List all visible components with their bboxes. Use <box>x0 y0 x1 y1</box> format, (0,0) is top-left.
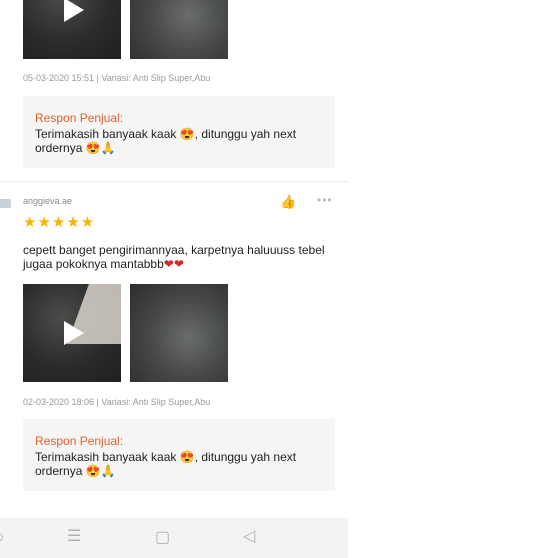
navigation-bar: ⊙ ☰ ▢ ◁ <box>0 518 348 558</box>
review-list: 05-03-2020 15:51 | Variasi: Anti Slip Su… <box>0 0 348 558</box>
review-meta: 02-03-2020 18:06 | Variasi: Anti Slip Su… <box>23 397 211 407</box>
home-square-icon[interactable]: ▢ <box>155 527 170 547</box>
play-icon <box>64 321 84 345</box>
thumbs-up-icon[interactable]: 👍 <box>280 194 296 210</box>
seller-response-title: Respon Penjual: <box>35 111 124 125</box>
avatar[interactable] <box>0 199 11 208</box>
review-comment: cepett banget pengirimannyaa, karpetnya … <box>23 243 338 271</box>
heart-emoji: ❤❤ <box>163 257 184 271</box>
review-meta: 05-03-2020 15:51 | Variasi: Anti Slip Su… <box>23 73 211 83</box>
assist-circle-icon[interactable]: ⊙ <box>0 530 4 544</box>
seller-response: Respon Penjual: Terimakasih banyaak kaak… <box>23 419 335 491</box>
more-options-icon[interactable]: ••• <box>317 193 333 207</box>
review-photo-thumbnail[interactable] <box>130 0 228 59</box>
seller-response-text: Terimakasih banyaak kaak 😍, ditunggu yah… <box>35 127 297 155</box>
seller-response: Respon Penjual: Terimakasih banyaak kaak… <box>23 96 335 168</box>
menu-lines-icon[interactable]: ☰ <box>67 526 81 546</box>
divider <box>0 181 348 182</box>
rating-stars: ★★★★★ <box>23 214 96 231</box>
seller-response-text: Terimakasih banyaak kaak 😍, ditunggu yah… <box>35 450 297 478</box>
review-video-thumbnail[interactable] <box>23 0 121 59</box>
review-video-thumbnail[interactable] <box>23 284 121 382</box>
back-triangle-icon[interactable]: ◁ <box>243 526 255 546</box>
seller-response-title: Respon Penjual: <box>35 434 124 448</box>
reviewer-username: anggieva.ae <box>23 196 73 206</box>
review-photo-thumbnail[interactable] <box>130 284 228 382</box>
play-icon <box>64 0 84 22</box>
